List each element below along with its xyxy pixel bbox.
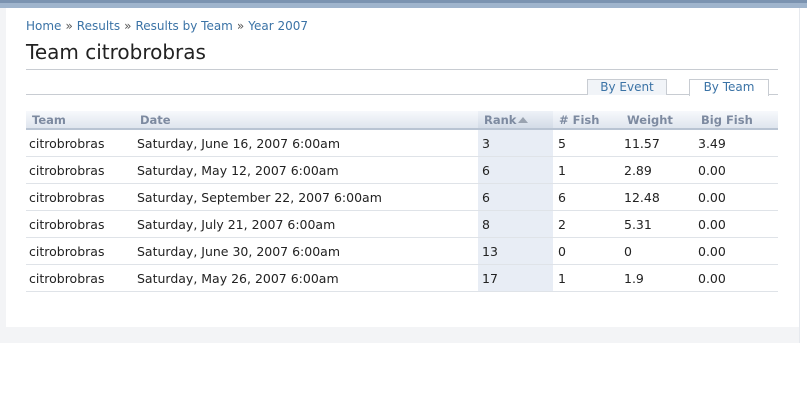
breadcrumb-year[interactable]: Year 2007: [248, 19, 308, 33]
cell-date: Saturday, May 26, 2007 6:00am: [134, 264, 478, 292]
breadcrumb-separator: »: [124, 19, 132, 33]
column-header-fish[interactable]: # Fish: [553, 111, 621, 130]
cell-fish: 2: [553, 210, 621, 238]
cell-date: Saturday, June 30, 2007 6:00am: [134, 237, 478, 265]
column-header-team[interactable]: Team: [26, 111, 134, 130]
breadcrumb-home[interactable]: Home: [26, 19, 61, 33]
tab-by-event[interactable]: By Event: [587, 79, 667, 95]
column-header-label: Weight: [627, 112, 673, 127]
cell-team: citrobrobras: [26, 156, 134, 184]
column-header-big-fish[interactable]: Big Fish: [695, 111, 778, 130]
cell-big-fish: 0.00: [695, 237, 778, 265]
cell-fish: 0: [553, 237, 621, 265]
right-edge: [799, 8, 807, 343]
title-divider: [26, 69, 778, 70]
cell-fish: 1: [553, 156, 621, 184]
cell-team: citrobrobras: [26, 264, 134, 292]
top-window-strip: [0, 0, 807, 8]
breadcrumb-separator: »: [236, 19, 245, 33]
cell-weight: 11.57: [621, 129, 695, 157]
results-table: Team Date Rank # Fish Weight Big Fish ci…: [26, 111, 778, 292]
cell-weight: 0: [621, 237, 695, 265]
breadcrumb-separator: »: [65, 19, 73, 33]
cell-big-fish: 0.00: [695, 264, 778, 292]
cell-big-fish: 3.49: [695, 129, 778, 157]
cell-weight: 5.31: [621, 210, 695, 238]
sort-ascending-icon: [518, 116, 529, 123]
cell-team: citrobrobras: [26, 183, 134, 211]
cell-fish: 5: [553, 129, 621, 157]
cell-fish: 6: [553, 183, 621, 211]
table-row: citrobrobras Saturday, June 16, 2007 6:0…: [26, 129, 778, 157]
cell-weight: 1.9: [621, 264, 695, 292]
cell-big-fish: 0.00: [695, 156, 778, 184]
cell-team: citrobrobras: [26, 129, 134, 157]
table-row: citrobrobras Saturday, May 12, 2007 6:00…: [26, 156, 778, 184]
column-header-label: Team: [32, 112, 66, 127]
page-title: Team citrobrobras: [26, 40, 206, 64]
cell-rank: 6: [478, 156, 553, 184]
cell-rank: 8: [478, 210, 553, 238]
column-header-date[interactable]: Date: [134, 111, 478, 130]
cell-date: Saturday, June 16, 2007 6:00am: [134, 129, 478, 157]
cell-rank: 17: [478, 264, 553, 292]
cell-team: citrobrobras: [26, 237, 134, 265]
cell-rank: 3: [478, 129, 553, 157]
cell-fish: 1: [553, 264, 621, 292]
column-header-label: # Fish: [559, 112, 600, 127]
table-row: citrobrobras Saturday, July 21, 2007 6:0…: [26, 210, 778, 238]
table-header-row: Team Date Rank # Fish Weight Big Fish: [26, 111, 778, 130]
tab-by-team[interactable]: By Team: [689, 79, 769, 96]
column-header-label: Rank: [484, 112, 517, 127]
cell-date: Saturday, September 22, 2007 6:00am: [134, 183, 478, 211]
column-header-weight[interactable]: Weight: [621, 111, 695, 130]
cell-big-fish: 0.00: [695, 210, 778, 238]
cell-rank: 13: [478, 237, 553, 265]
cell-team: citrobrobras: [26, 210, 134, 238]
column-header-label: Big Fish: [701, 112, 753, 127]
cell-big-fish: 0.00: [695, 183, 778, 211]
table-row: citrobrobras Saturday, May 26, 2007 6:00…: [26, 264, 778, 292]
cell-date: Saturday, July 21, 2007 6:00am: [134, 210, 478, 238]
top-strip-edge: [0, 0, 807, 3]
breadcrumb-results-by-team[interactable]: Results by Team: [135, 19, 232, 33]
breadcrumb: Home» Results» Results by Team» Year 2007: [26, 19, 308, 33]
cell-weight: 12.48: [621, 183, 695, 211]
column-header-rank[interactable]: Rank: [478, 111, 553, 130]
table-row: citrobrobras Saturday, September 22, 200…: [26, 183, 778, 211]
table-row: citrobrobras Saturday, June 30, 2007 6:0…: [26, 237, 778, 265]
cell-weight: 2.89: [621, 156, 695, 184]
breadcrumb-results[interactable]: Results: [77, 19, 120, 33]
cell-rank: 6: [478, 183, 553, 211]
column-header-label: Date: [140, 112, 171, 127]
cell-date: Saturday, May 12, 2007 6:00am: [134, 156, 478, 184]
